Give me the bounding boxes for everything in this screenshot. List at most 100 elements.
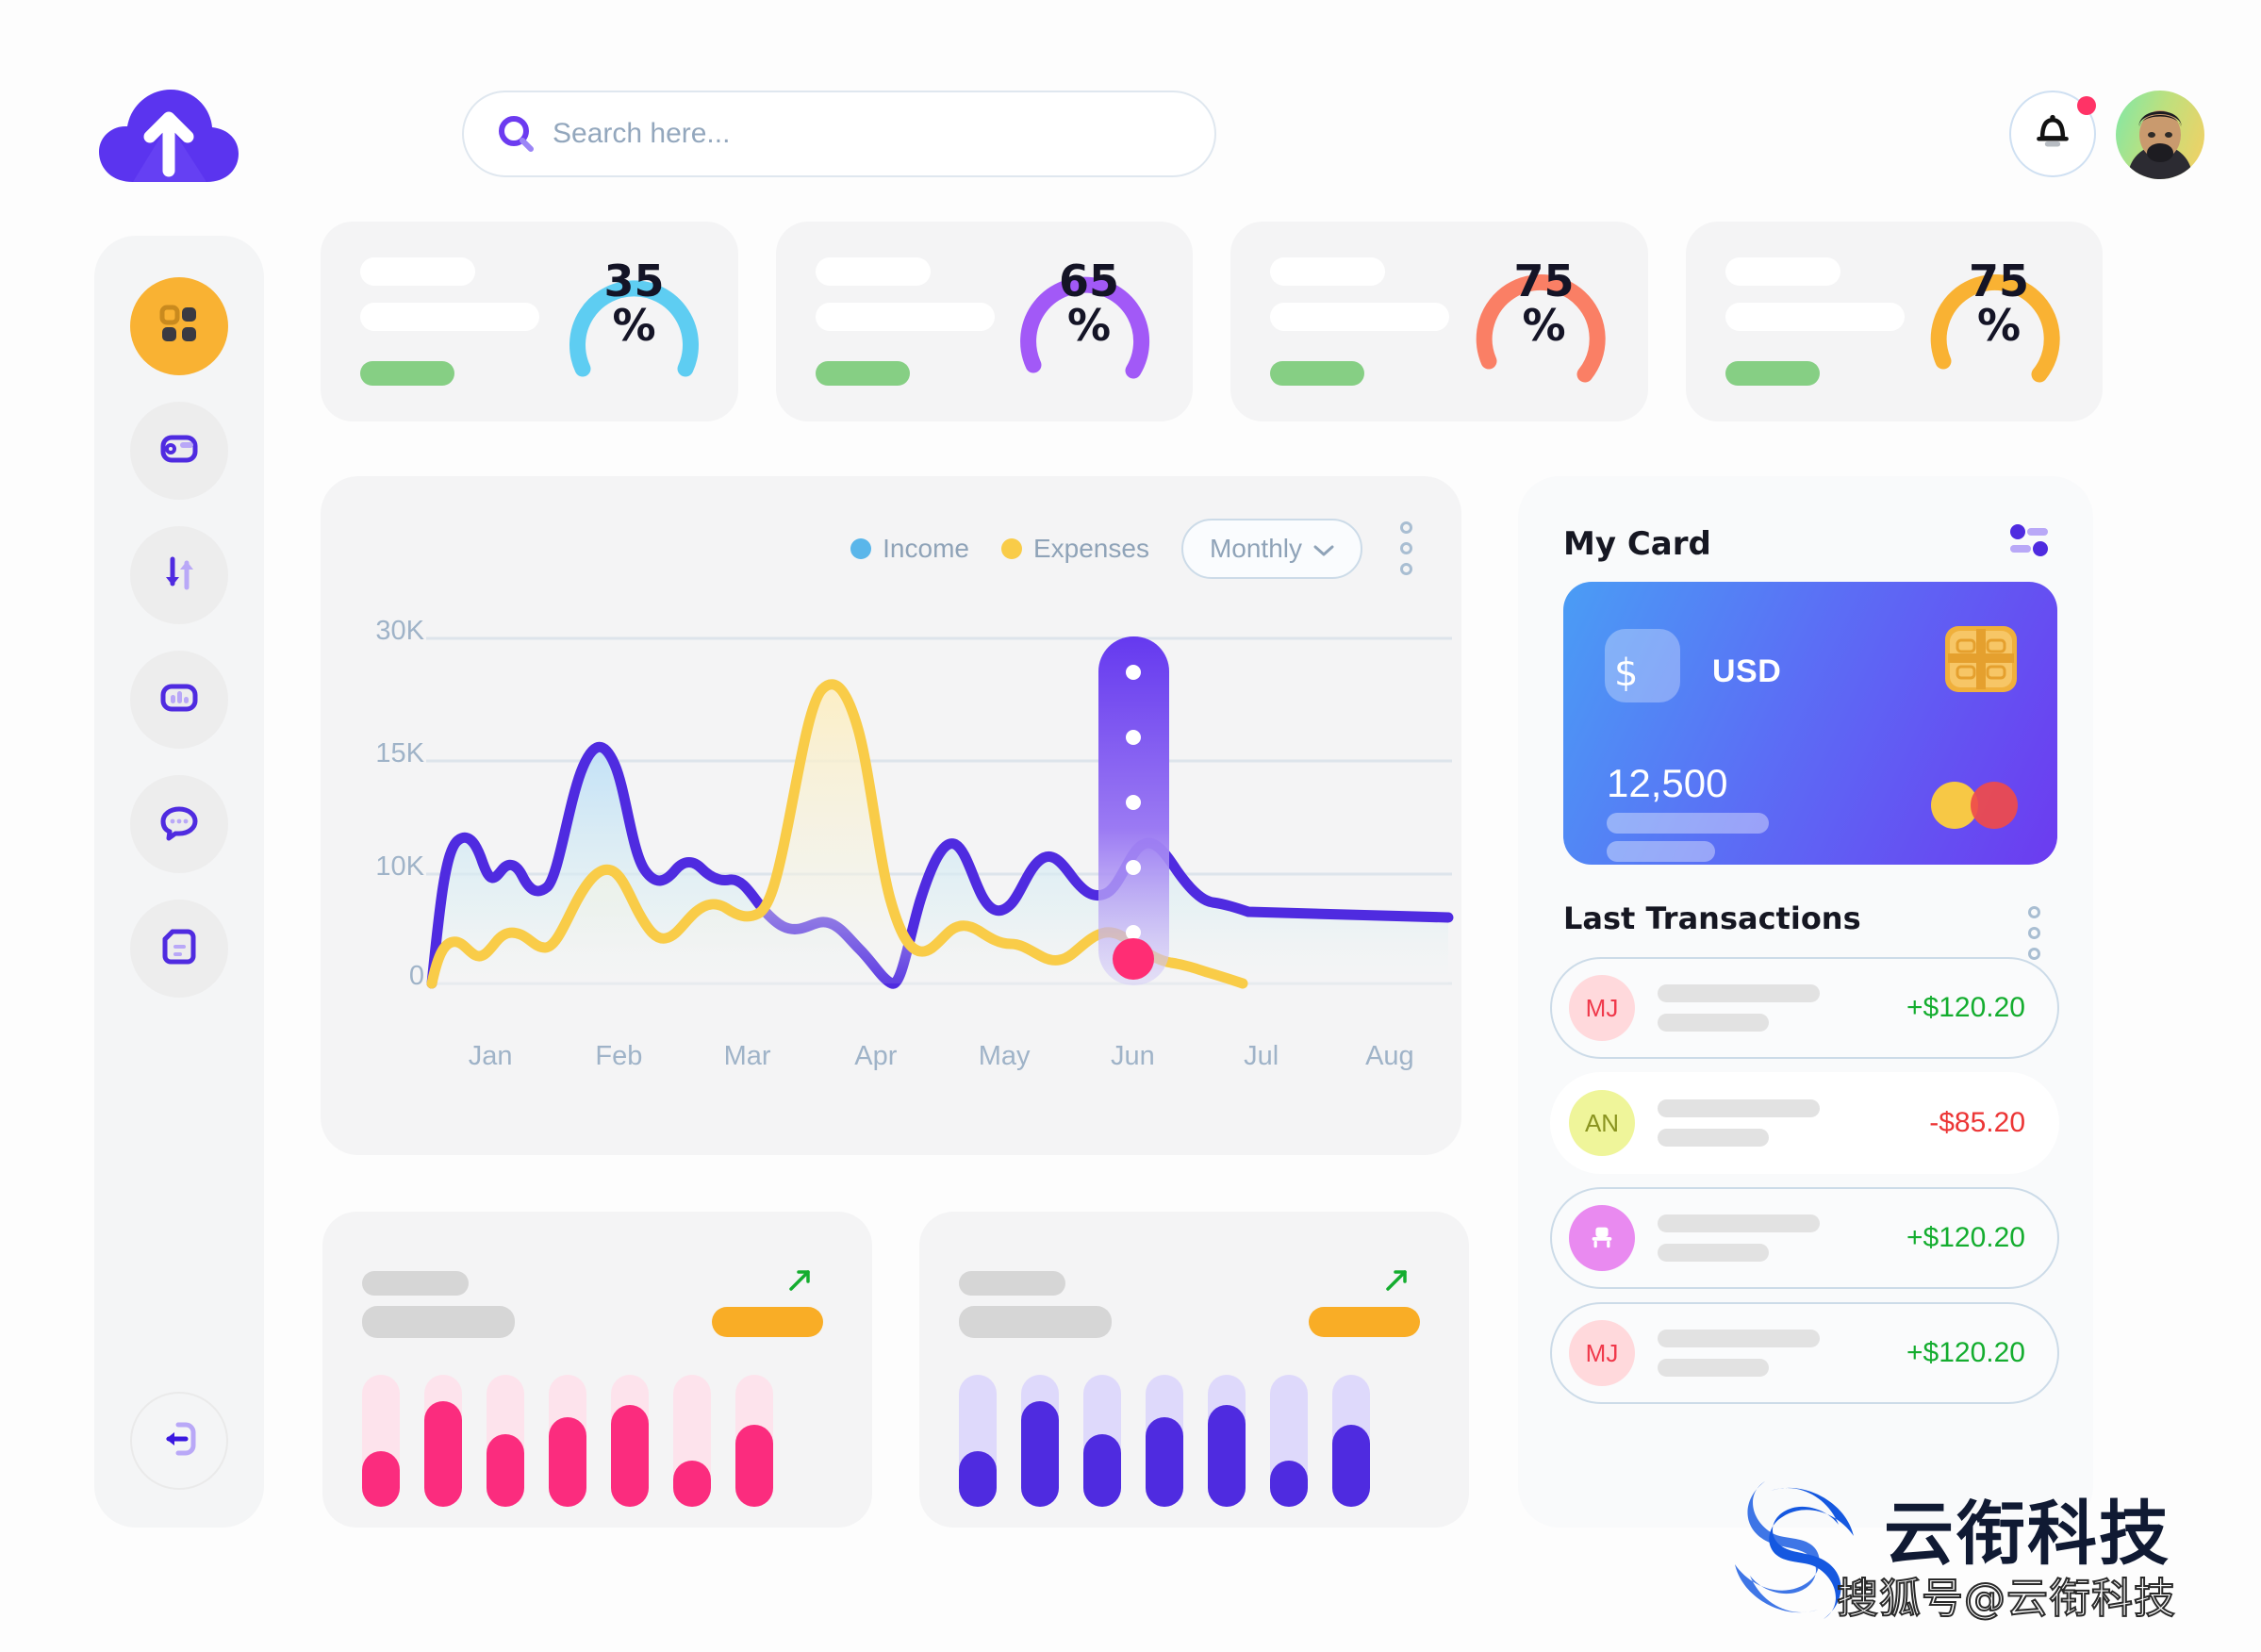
cloud-upload-icon[interactable] (97, 80, 240, 186)
sidebar-item-dashboard[interactable] (130, 277, 228, 375)
kpi-number: 75 (1968, 256, 2029, 306)
transactions-menu-button[interactable] (2022, 900, 2046, 966)
skeleton-line (1270, 303, 1449, 331)
kpi-card[interactable]: 35 % (321, 222, 738, 421)
bar-track (959, 1375, 997, 1507)
skeleton-line (815, 303, 995, 331)
chart-value-marker (1113, 938, 1154, 980)
sliders-icon[interactable] (2008, 521, 2050, 559)
sidebar-item-wallet[interactable] (130, 402, 228, 500)
sidebar-item-documents[interactable] (130, 900, 228, 998)
skeleton-line (362, 1306, 515, 1338)
tooltip-dot (1126, 925, 1141, 940)
kebab-menu-icon (2028, 927, 2040, 939)
sidebar-item-statistics[interactable] (130, 651, 228, 749)
card-currency-label: USD (1712, 653, 1782, 689)
notifications-button[interactable] (2009, 91, 2096, 177)
logout-icon (157, 1417, 201, 1465)
skeleton-line (1658, 1099, 1820, 1117)
bar-track (487, 1375, 524, 1507)
mastercard-right-circle (1971, 782, 2018, 829)
chart-header: Income Expenses Monthly (850, 516, 1418, 581)
chart-plot-area (321, 627, 1461, 1023)
skeleton-line (360, 303, 539, 331)
last-transactions-title: Last Transactions (1563, 900, 1861, 936)
kpi-cards-row: 35 % 65 % 75 % 75 % (321, 222, 2103, 421)
kpi-status-pill (1725, 361, 1820, 386)
top-bar (0, 0, 2261, 207)
transaction-amount: -$85.20 (1929, 1107, 2025, 1138)
x-tick-label: May (978, 1041, 1031, 1071)
skeleton-line (959, 1271, 1065, 1296)
chart-menu-button[interactable] (1395, 516, 1418, 581)
period-dropdown[interactable]: Monthly (1180, 518, 1362, 579)
search-bar[interactable] (462, 91, 1216, 177)
bar-track (1208, 1375, 1246, 1507)
sidebar-item-transfers[interactable] (130, 526, 228, 624)
kpi-value: 75 % (1933, 259, 2065, 348)
legend-item-income: Income (850, 534, 969, 564)
bar-track (1270, 1375, 1308, 1507)
tooltip-dot (1126, 730, 1141, 745)
transaction-amount: +$120.20 (1906, 1337, 2025, 1368)
bar-fill (1270, 1461, 1308, 1507)
kpi-unit: % (1066, 299, 1112, 351)
kebab-menu-icon (1400, 521, 1412, 534)
transaction-row[interactable]: +$120.20 (1550, 1187, 2059, 1289)
bar-fill (673, 1461, 711, 1507)
transaction-row[interactable]: MJ +$120.20 (1550, 957, 2059, 1059)
avatar[interactable] (2116, 91, 2204, 179)
card-skeleton-line (1607, 841, 1715, 862)
emv-chip-icon (1944, 625, 2018, 693)
skeleton-line (1658, 1214, 1820, 1232)
credit-card[interactable]: $ USD 12,500 (1563, 582, 2057, 865)
bar-fill (487, 1434, 524, 1507)
kpi-skeleton-lines (815, 257, 995, 386)
x-tick-label: Jan (468, 1041, 513, 1071)
right-panel: My Card $ USD 12,500 Last Transactions M… (1518, 476, 2093, 1528)
bar-track (673, 1375, 711, 1507)
bar-track (549, 1375, 586, 1507)
skeleton-line (1270, 257, 1385, 286)
search-input[interactable] (553, 118, 1137, 150)
chat-bubble-icon (157, 801, 201, 849)
skeleton-line (959, 1306, 1112, 1338)
sidebar (94, 236, 264, 1528)
transaction-avatar: AN (1569, 1090, 1635, 1156)
card-balance: 12,500 (1607, 761, 1728, 805)
kpi-card[interactable]: 65 % (775, 222, 1193, 421)
transaction-skeleton (1658, 1099, 1820, 1147)
currency-symbol-badge: $ (1605, 629, 1680, 702)
kpi-number: 35 (603, 256, 665, 306)
value-pill (1309, 1307, 1420, 1337)
kpi-value: 75 % (1478, 259, 1610, 348)
logout-button[interactable] (130, 1392, 228, 1490)
my-card-title: My Card (1563, 525, 1711, 563)
kpi-status-pill (815, 361, 910, 386)
kpi-value: 65 % (1023, 259, 1155, 348)
kpi-unit: % (1522, 299, 1566, 351)
kpi-status-pill (1270, 361, 1364, 386)
sidebar-item-messages[interactable] (130, 775, 228, 873)
legend-label: Expenses (1032, 533, 1149, 563)
wallet-icon (157, 427, 201, 475)
kpi-card[interactable]: 75 % (1685, 222, 2103, 421)
kpi-value: 35 % (569, 259, 701, 348)
transaction-avatar (1569, 1205, 1635, 1271)
notification-badge-dot (2077, 96, 2096, 115)
kpi-card[interactable]: 75 % (1230, 222, 1648, 421)
transfer-arrows-icon (157, 552, 201, 600)
bar-fill (959, 1451, 997, 1507)
skeleton-line (362, 1271, 469, 1296)
bar-fill (549, 1416, 586, 1507)
kpi-status-pill (360, 361, 454, 386)
kebab-menu-icon (1400, 563, 1412, 575)
kebab-menu-icon (1400, 542, 1412, 554)
skeleton-line (1658, 984, 1820, 1002)
bar-fill (1021, 1401, 1059, 1507)
transaction-row[interactable]: AN -$85.20 (1550, 1072, 2059, 1174)
watermark-brand: 云衔科技 (1884, 1494, 2170, 1575)
kpi-number: 65 (1058, 256, 1119, 306)
watermark-handle: 搜狐号@云衔科技 (1836, 1574, 2176, 1624)
transaction-row[interactable]: MJ +$120.20 (1550, 1302, 2059, 1404)
